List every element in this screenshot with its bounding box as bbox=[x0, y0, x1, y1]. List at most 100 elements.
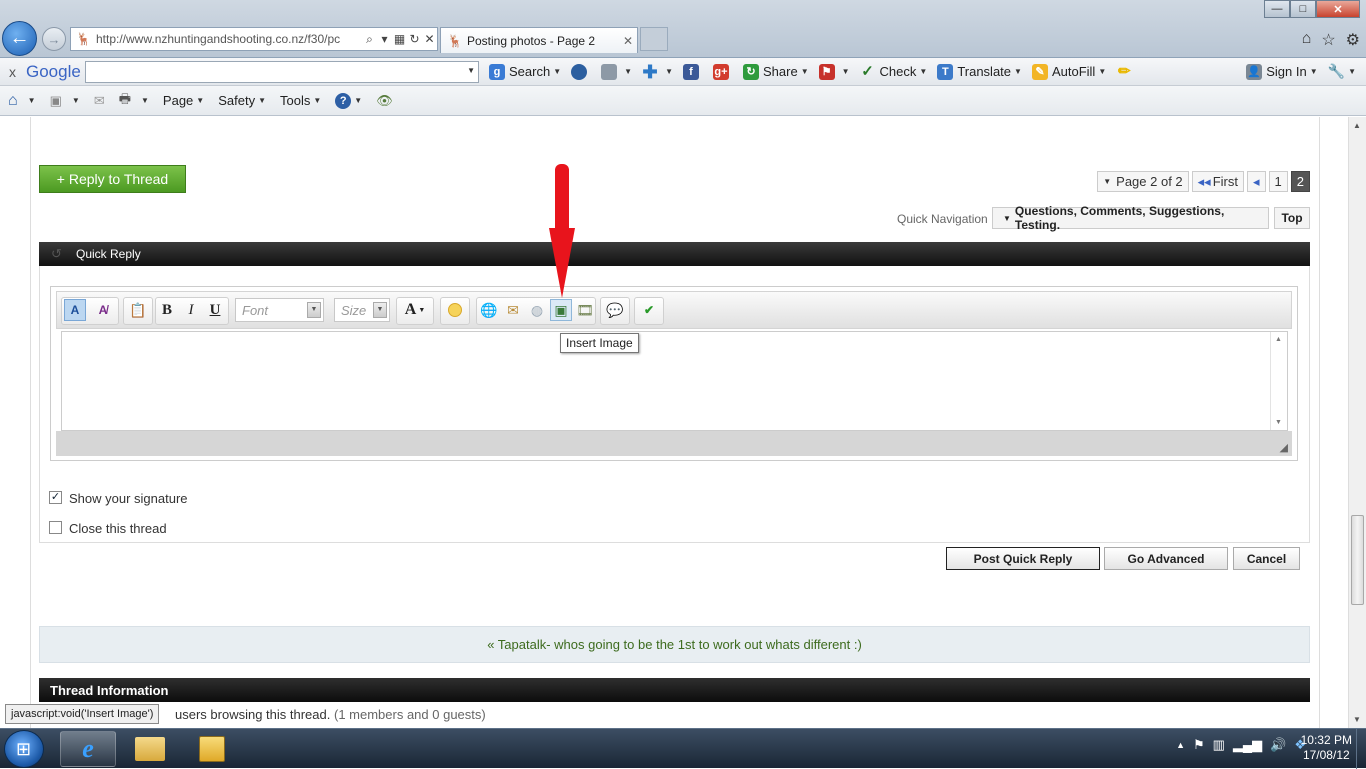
scroll-down-icon[interactable]: ▼ bbox=[1275, 419, 1282, 426]
spell-check-button[interactable]: ✓ Check ▼ bbox=[860, 62, 927, 80]
go-advanced-button[interactable]: Go Advanced bbox=[1104, 547, 1228, 570]
font-select[interactable]: Font ▼ bbox=[235, 298, 324, 322]
insert-image-icon[interactable]: ▣ bbox=[550, 299, 572, 321]
home-button[interactable]: ⌂ ▼ bbox=[8, 92, 36, 110]
smiley-icon[interactable] bbox=[444, 299, 466, 321]
scroll-down-icon[interactable]: ▼ bbox=[1353, 715, 1361, 724]
new-tab-button[interactable] bbox=[640, 27, 668, 51]
page-count-dropdown[interactable]: ▼ Page 2 of 2 bbox=[1097, 171, 1189, 192]
tab-close-icon[interactable]: ✕ bbox=[619, 34, 637, 48]
browser-tab-active[interactable]: 🦌 Posting photos - Page 2 ✕ bbox=[440, 27, 638, 53]
back-button[interactable]: ← bbox=[2, 21, 37, 56]
unlink-icon[interactable]: ◍ bbox=[526, 299, 548, 321]
page-menu[interactable]: Page ▼ bbox=[163, 93, 204, 108]
search-icon[interactable]: ⌕ bbox=[362, 32, 377, 47]
quote-icon[interactable]: 💬 bbox=[604, 299, 626, 321]
bold-icon[interactable]: B bbox=[157, 299, 177, 321]
highlighter-button[interactable]: ✏ bbox=[1116, 63, 1136, 80]
dropdown-arrow-icon[interactable]: ▾ bbox=[377, 32, 392, 46]
research-button[interactable]: 👁 bbox=[376, 93, 393, 109]
check-icon: ✓ bbox=[861, 62, 874, 80]
font-color-icon[interactable]: A ▼ bbox=[401, 299, 429, 321]
google-plus-button[interactable]: g+ bbox=[712, 63, 733, 80]
page-1-link[interactable]: 1 bbox=[1268, 171, 1288, 192]
stop-icon[interactable]: ✕ bbox=[422, 32, 437, 46]
italic-icon[interactable]: I bbox=[181, 299, 201, 321]
print-button[interactable]: 🖶 ▼ bbox=[119, 90, 149, 112]
show-signature-checkbox[interactable]: ✓ bbox=[49, 491, 62, 504]
remove-format-icon[interactable]: A̸ bbox=[92, 299, 114, 321]
url-text[interactable]: http://www.nzhuntingandshooting.co.nz/f3… bbox=[96, 32, 362, 46]
scroll-up-icon[interactable]: ▲ bbox=[1275, 336, 1282, 343]
google-search-input[interactable] bbox=[84, 60, 480, 83]
window-controls: — □ ✕ bbox=[1264, 0, 1360, 18]
maximize-button[interactable]: □ bbox=[1290, 0, 1316, 18]
network-signal-icon[interactable]: ▂▄▆ bbox=[1233, 737, 1262, 753]
explorer-taskbar-button[interactable] bbox=[122, 731, 178, 767]
reply-to-thread-button[interactable]: + Reply to Thread bbox=[39, 165, 186, 193]
post-quick-reply-button[interactable]: Post Quick Reply bbox=[946, 547, 1100, 570]
show-desktop-button[interactable] bbox=[1356, 729, 1366, 769]
toolbar-close-icon[interactable]: x bbox=[9, 64, 16, 80]
forward-button[interactable]: → bbox=[42, 27, 66, 51]
volume-icon[interactable]: 🔊 bbox=[1270, 737, 1286, 753]
action-center-flag-icon[interactable]: ⚑ bbox=[1193, 737, 1205, 753]
read-mail-button[interactable]: ✉ bbox=[94, 93, 105, 109]
scroll-up-icon[interactable]: ▲ bbox=[1353, 121, 1361, 130]
autofill-button[interactable]: ✎ AutoFill ▼ bbox=[1031, 63, 1106, 80]
google-search-button[interactable]: g Search ▼ bbox=[489, 63, 561, 80]
compatibility-icon[interactable]: ▦ bbox=[392, 32, 407, 46]
status-bar-tooltip: javascript:void('Insert Image') bbox=[5, 704, 160, 724]
home-icon[interactable]: ⌂ bbox=[1302, 30, 1312, 50]
switch-editor-mode-icon[interactable]: A bbox=[64, 299, 86, 321]
share-button[interactable]: ↻ Share ▼ bbox=[742, 63, 809, 80]
message-textarea[interactable]: ▲ ▼ bbox=[61, 331, 1288, 431]
previous-thread-link[interactable]: « Tapatalk- whos going to be the 1st to … bbox=[39, 626, 1310, 663]
spellcheck-icon[interactable]: ✔ bbox=[638, 299, 660, 321]
underline-icon[interactable]: U bbox=[205, 299, 225, 321]
email-icon[interactable]: ✉ bbox=[502, 299, 524, 321]
internet-explorer-taskbar-button[interactable]: e bbox=[60, 731, 116, 767]
minimize-button[interactable]: — bbox=[1264, 0, 1290, 18]
refresh-icon[interactable]: ↻ bbox=[407, 32, 422, 46]
cancel-button[interactable]: Cancel bbox=[1233, 547, 1300, 570]
tools-menu[interactable]: Tools ▼ bbox=[280, 93, 321, 108]
users-browsing-label: users browsing this thread. bbox=[175, 707, 331, 722]
paste-icon[interactable]: 📋 bbox=[127, 299, 149, 321]
collapse-icon[interactable]: ↺ bbox=[51, 246, 62, 262]
editor-resize-bar[interactable]: ◢ bbox=[56, 431, 1292, 456]
safety-menu[interactable]: Safety ▼ bbox=[218, 93, 266, 108]
help-button[interactable]: ? ▼ bbox=[335, 92, 362, 109]
sign-in-button[interactable]: 👤 Sign In ▼ bbox=[1246, 63, 1318, 80]
safety-menu-label: Safety bbox=[218, 93, 256, 108]
first-page-link[interactable]: ◂◂ First bbox=[1191, 171, 1244, 192]
taskbar-clock[interactable]: 10:32 PM 17/08/12 bbox=[1301, 733, 1352, 763]
app-taskbar-button[interactable] bbox=[184, 731, 240, 767]
vertical-scrollbar[interactable]: ▲ ▼ bbox=[1348, 117, 1366, 728]
textarea-scrollbar[interactable]: ▲ ▼ bbox=[1270, 332, 1287, 430]
settings-gear-icon[interactable]: ⚙ bbox=[1346, 30, 1360, 50]
size-select[interactable]: Size ▼ bbox=[334, 298, 390, 322]
feeds-button[interactable]: ▣ ▼ bbox=[50, 93, 80, 109]
facebook-button[interactable]: f bbox=[682, 63, 703, 80]
show-hidden-icons[interactable]: ▲ bbox=[1176, 740, 1185, 753]
resize-grip-icon[interactable]: ◢ bbox=[1280, 441, 1288, 454]
pagerank-button[interactable]: ⚑ ▼ bbox=[818, 63, 850, 80]
top-button[interactable]: Top bbox=[1274, 207, 1310, 229]
scrollbar-thumb[interactable] bbox=[1351, 515, 1364, 605]
popup-blocker-button[interactable]: ▼ bbox=[601, 63, 632, 80]
close-thread-checkbox[interactable] bbox=[49, 521, 62, 534]
insert-video-icon[interactable]: 🎞 bbox=[574, 299, 596, 321]
close-window-button[interactable]: ✕ bbox=[1316, 0, 1360, 18]
favorites-star-icon[interactable]: ☆ bbox=[1321, 30, 1335, 50]
device-icon[interactable]: ▥ bbox=[1213, 737, 1225, 753]
start-button[interactable]: ⊞ bbox=[4, 730, 44, 768]
plus-button[interactable]: ✚ ▼ bbox=[642, 63, 673, 81]
translate-button[interactable]: T Translate ▼ bbox=[937, 63, 1022, 80]
globe-button[interactable] bbox=[571, 63, 591, 80]
link-icon[interactable]: 🌐 bbox=[478, 299, 500, 321]
quick-navigation-select[interactable]: ▼ Questions, Comments, Suggestions, Testi… bbox=[992, 204, 1269, 232]
toolbar-settings-button[interactable]: 🔧 ▼ bbox=[1328, 63, 1356, 80]
address-bar[interactable]: 🦌 http://www.nzhuntingandshooting.co.nz/… bbox=[70, 27, 438, 51]
prev-page-link[interactable]: ◂ bbox=[1247, 171, 1266, 192]
